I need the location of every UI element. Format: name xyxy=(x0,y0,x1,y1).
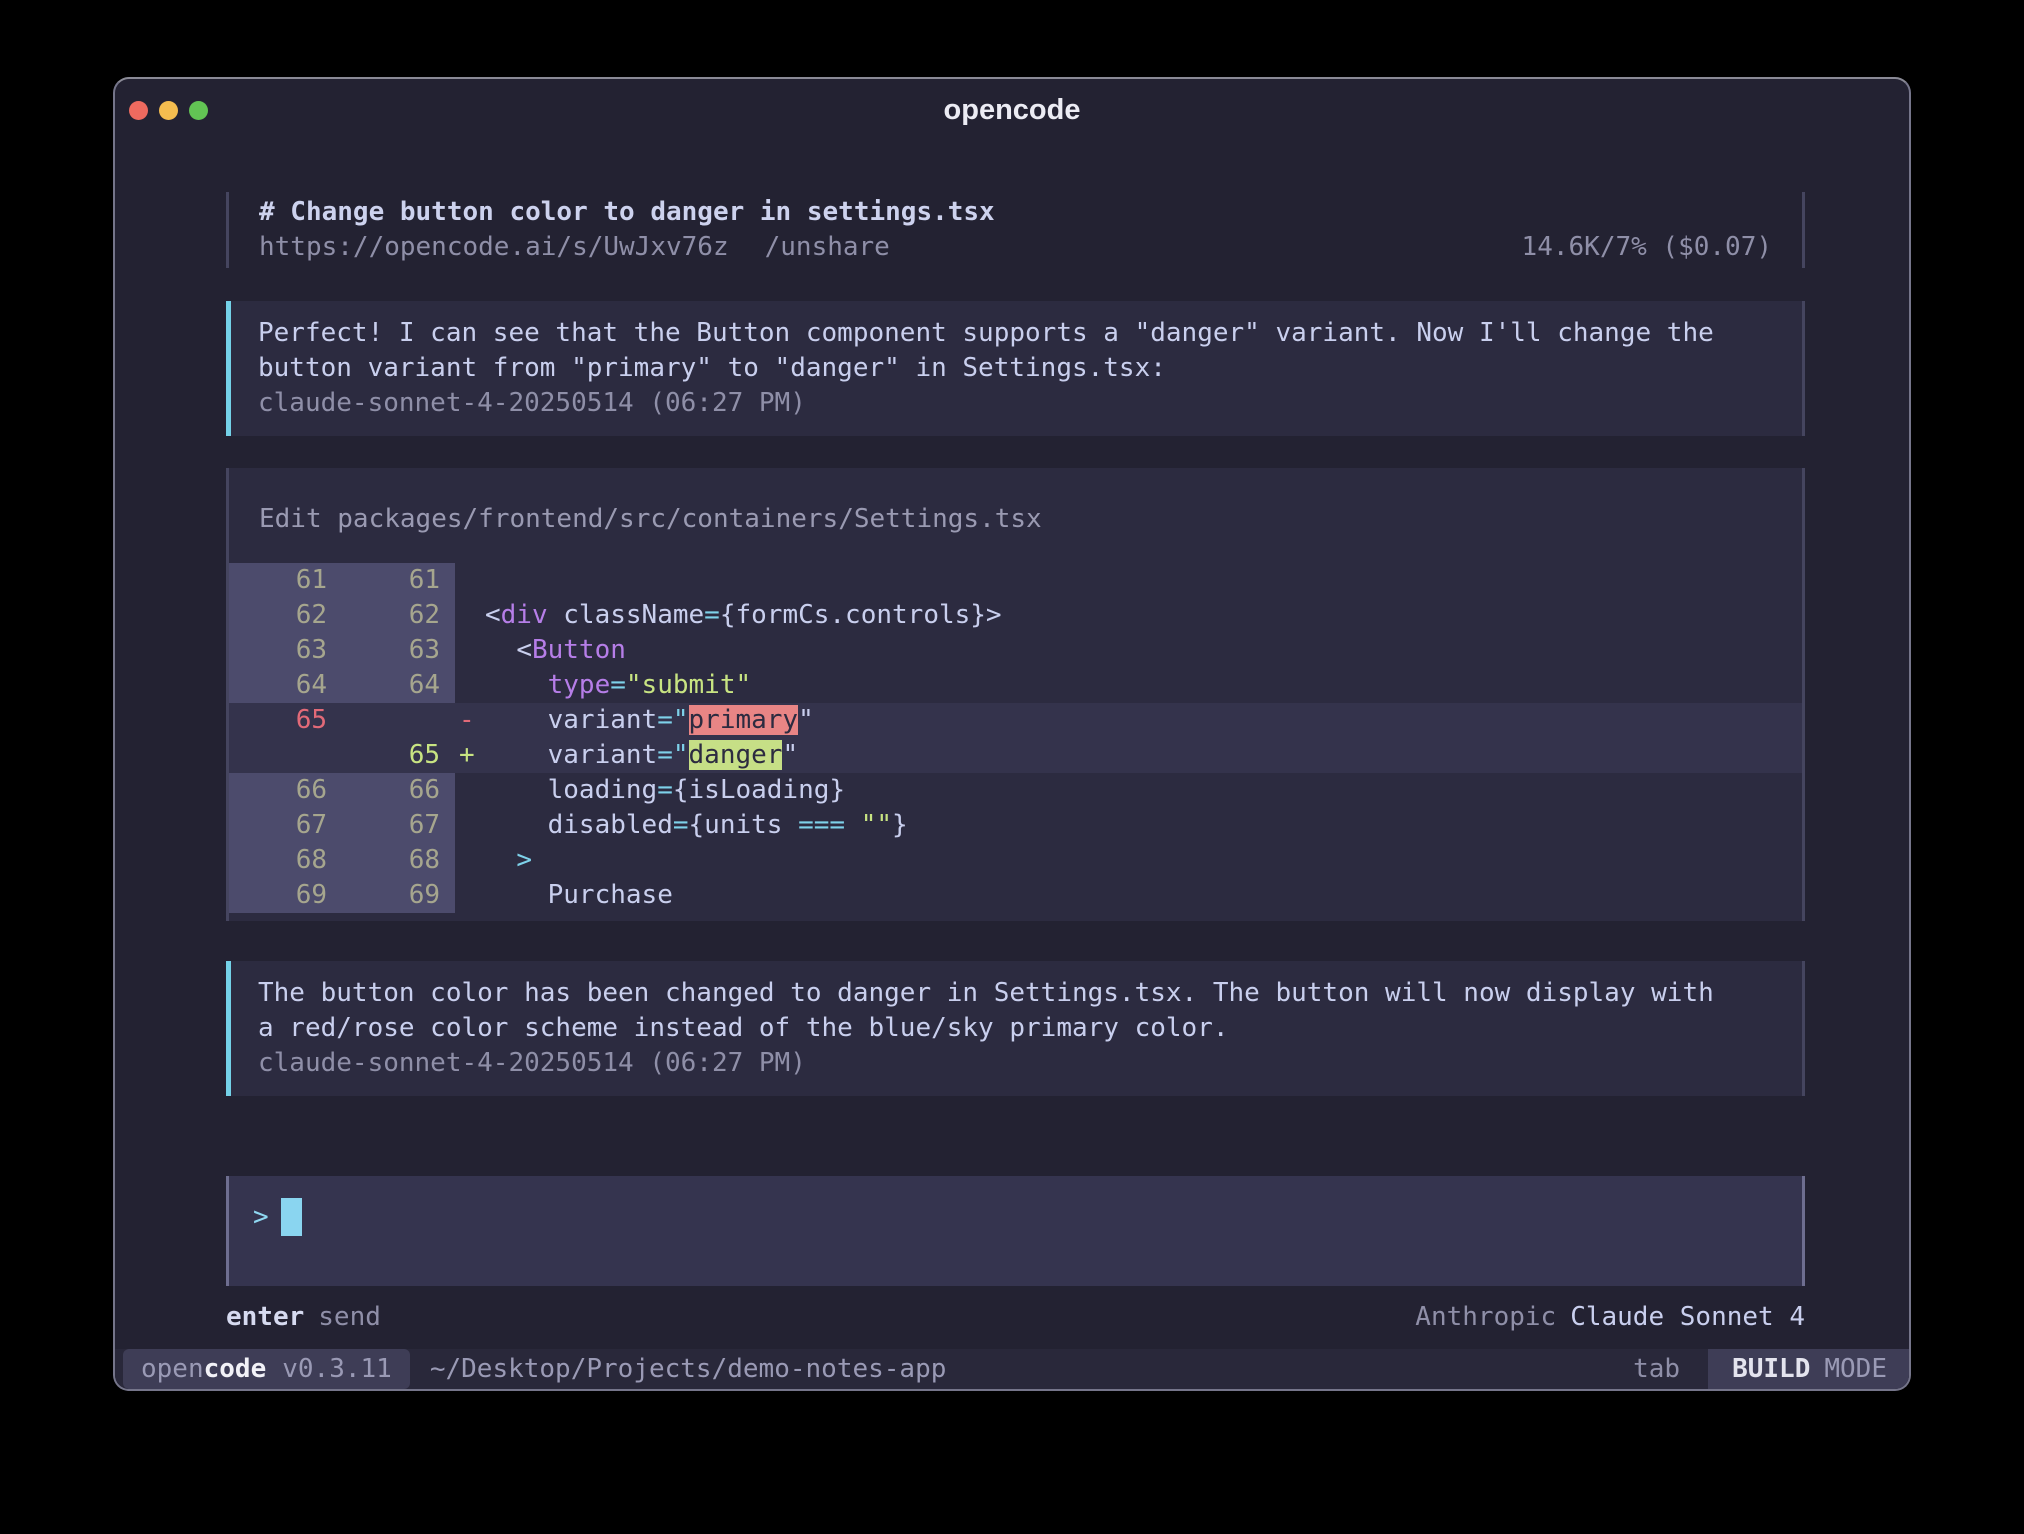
mode-indicator: BUILD MODE xyxy=(1708,1349,1909,1389)
mode-primary: BUILD xyxy=(1732,1354,1810,1384)
assistant-message: Perfect! I can see that the Button compo… xyxy=(226,301,1805,436)
diff-marker xyxy=(455,633,485,668)
code-line: <Button xyxy=(485,633,1802,668)
code-line: variant="danger" xyxy=(485,738,1802,773)
screen: opencode # Change button color to danger… xyxy=(0,0,2024,1534)
assistant-message: The button color has been changed to dan… xyxy=(226,961,1805,1096)
old-line-number: 63 xyxy=(229,633,342,668)
session-content: # Change button color to danger in setti… xyxy=(115,141,1909,1349)
diff-marker xyxy=(455,773,485,808)
old-line-number: 69 xyxy=(229,878,342,913)
enter-key-hint: enter xyxy=(226,1300,304,1335)
app-window: opencode # Change button color to danger… xyxy=(113,77,1911,1391)
message-text: Perfect! I can see that the Button compo… xyxy=(258,316,1728,386)
new-line-number: 69 xyxy=(342,878,455,913)
old-line-number: 61 xyxy=(229,563,342,598)
mode-secondary: MODE xyxy=(1824,1354,1887,1384)
prompt-symbol: > xyxy=(253,1200,269,1235)
new-line-number: 64 xyxy=(342,668,455,703)
old-line-number xyxy=(229,738,342,773)
diff-row: 6464 type="submit" xyxy=(229,668,1802,703)
diff-row: 65+ variant="danger" xyxy=(229,738,1802,773)
code-line xyxy=(485,563,1802,598)
app-version: v0.3.11 xyxy=(282,1354,392,1384)
edit-tool-card: Edit packages/frontend/src/containers/Se… xyxy=(226,468,1805,921)
new-line-number: 65 xyxy=(342,738,455,773)
old-line-number: 67 xyxy=(229,808,342,843)
session-header: # Change button color to danger in setti… xyxy=(226,192,1805,268)
model-timestamp: claude-sonnet-4-20250514 (06:27 PM) xyxy=(258,1046,1775,1081)
working-directory: ~/Desktop/Projects/demo-notes-app xyxy=(430,1349,947,1389)
diff-marker: - xyxy=(455,703,485,738)
session-title: # Change button color to danger in setti… xyxy=(259,195,1772,230)
edit-file-path: packages/frontend/src/containers/Setting… xyxy=(337,504,1041,534)
app-version-chip: opencode v0.3.11 xyxy=(123,1349,410,1389)
diff-marker: + xyxy=(455,738,485,773)
model-timestamp: claude-sonnet-4-20250514 (06:27 PM) xyxy=(258,386,1775,421)
diff-row: 65 - variant="primary" xyxy=(229,703,1802,738)
unshare-command: /unshare xyxy=(765,230,890,265)
new-line-number: 66 xyxy=(342,773,455,808)
old-line-number: 62 xyxy=(229,598,342,633)
old-line-number: 68 xyxy=(229,843,342,878)
diff-row: 6262 <div className={formCs.controls}> xyxy=(229,598,1802,633)
diff-marker xyxy=(455,843,485,878)
code-diff: 61616262 <div className={formCs.controls}… xyxy=(229,563,1802,913)
old-line-number: 64 xyxy=(229,668,342,703)
new-line-number: 68 xyxy=(342,843,455,878)
token-usage: 14.6K/7% ($0.07) xyxy=(1522,230,1772,265)
message-text: The button color has been changed to dan… xyxy=(258,976,1728,1046)
zoom-button[interactable] xyxy=(189,101,208,120)
diff-row: 6363 <Button xyxy=(229,633,1802,668)
close-button[interactable] xyxy=(129,101,148,120)
code-line: <div className={formCs.controls}> xyxy=(485,598,1802,633)
provider-name: Anthropic xyxy=(1415,1300,1556,1335)
diff-marker xyxy=(455,598,485,633)
diff-row: 6161 xyxy=(229,563,1802,598)
window-title: opencode xyxy=(115,79,1909,141)
model-name: Claude Sonnet 4 xyxy=(1570,1300,1805,1335)
diff-marker xyxy=(455,808,485,843)
diff-marker xyxy=(455,563,485,598)
app-name-open: open xyxy=(141,1354,204,1384)
app-name-code: code xyxy=(204,1354,267,1384)
diff-marker xyxy=(455,668,485,703)
share-url: https://opencode.ai/s/UwJxv76z xyxy=(259,230,729,265)
send-hint: send xyxy=(318,1300,381,1335)
code-line: type="submit" xyxy=(485,668,1802,703)
window-titlebar: opencode xyxy=(115,79,1909,141)
new-line-number xyxy=(342,703,455,738)
window-controls xyxy=(129,79,208,141)
code-line: > xyxy=(485,843,1802,878)
new-line-number: 61 xyxy=(342,563,455,598)
old-line-number: 66 xyxy=(229,773,342,808)
old-line-number: 65 xyxy=(229,703,342,738)
hint-row: enter send Anthropic Claude Sonnet 4 xyxy=(226,1300,1805,1335)
code-line: variant="primary" xyxy=(485,703,1802,738)
prompt-input[interactable]: > xyxy=(226,1176,1805,1286)
new-line-number: 63 xyxy=(342,633,455,668)
edit-header: Edit packages/frontend/src/containers/Se… xyxy=(229,502,1802,537)
diff-marker xyxy=(455,878,485,913)
diff-row: 6868 > xyxy=(229,843,1802,878)
diff-row: 6969 Purchase xyxy=(229,878,1802,913)
code-line: disabled={units === ""} xyxy=(485,808,1802,843)
new-line-number: 67 xyxy=(342,808,455,843)
text-cursor xyxy=(281,1198,302,1236)
status-bar: opencode v0.3.11 ~/Desktop/Projects/demo-… xyxy=(115,1349,1909,1389)
code-line: loading={isLoading} xyxy=(485,773,1802,808)
minimize-button[interactable] xyxy=(159,101,178,120)
new-line-number: 62 xyxy=(342,598,455,633)
diff-row: 6666 loading={isLoading} xyxy=(229,773,1802,808)
diff-row: 6767 disabled={units === ""} xyxy=(229,808,1802,843)
edit-action-label: Edit xyxy=(259,504,322,534)
tab-key-hint: tab xyxy=(1633,1349,1680,1389)
code-line: Purchase xyxy=(485,878,1802,913)
